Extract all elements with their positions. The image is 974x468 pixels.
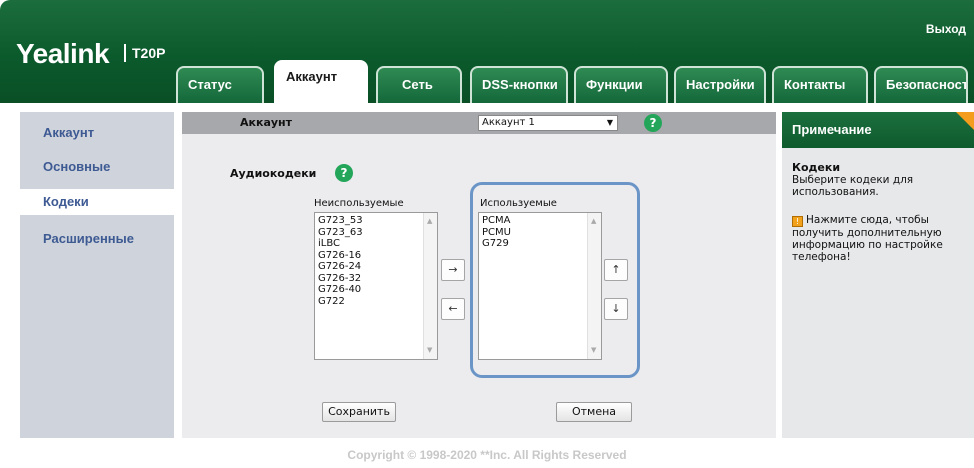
yealink-logo: Yealink: [16, 38, 110, 69]
help-icon[interactable]: ?: [335, 164, 353, 182]
sidebar-item-account[interactable]: Аккаунт: [20, 120, 174, 146]
copyright-footer: Copyright © 1998-2020 **Inc. All Rights …: [347, 448, 627, 462]
tab-account-label: Аккаунт: [286, 69, 338, 84]
note-text: Выберите кодеки для использования.: [792, 174, 914, 198]
tab-network-label: Сеть: [402, 77, 433, 92]
top-header: Yealink T20P Выход Статус Аккаунт Сеть D…: [0, 0, 974, 103]
tab-account[interactable]: Аккаунт: [274, 60, 368, 103]
tab-contacts[interactable]: Контакты: [772, 66, 868, 103]
help-link[interactable]: ! Нажмите сюда, чтобы получить дополнител…: [792, 214, 968, 263]
list-item[interactable]: G722: [318, 296, 434, 308]
list-item[interactable]: G729: [482, 238, 598, 250]
account-select[interactable]: Аккаунт 1 ▼: [478, 115, 618, 131]
scroll-up-icon: ▲: [427, 217, 433, 225]
sidebar-item-advanced[interactable]: Расширенные: [20, 226, 174, 252]
note-header: Примечание: [782, 112, 974, 148]
scroll-down-icon: ▼: [591, 345, 597, 354]
sidebar-item-basic[interactable]: Основные: [20, 154, 174, 180]
tab-dss-keys-label: DSS-кнопки: [482, 77, 558, 92]
tab-settings[interactable]: Настройки: [674, 66, 766, 103]
main-panel: Аккаунт Аккаунт 1 ▼ ? Аудиокодеки ? Неис…: [182, 112, 776, 438]
used-codecs-list[interactable]: PCMA PCMU G729 ▲ ▼: [478, 212, 602, 360]
section-title: Аудиокодеки: [230, 167, 317, 180]
scrollbar[interactable]: ▲ ▼: [423, 213, 437, 359]
scrollbar[interactable]: ▲ ▼: [587, 213, 601, 359]
help-link-text: Нажмите сюда, чтобы получить дополнитель…: [792, 214, 943, 263]
tab-contacts-label: Контакты: [784, 77, 846, 92]
save-button[interactable]: Сохранить: [322, 402, 396, 422]
help-icon[interactable]: ?: [644, 114, 662, 132]
move-down-button[interactable]: ↓: [604, 298, 628, 320]
list-item[interactable]: G723_63: [318, 227, 434, 239]
sidebar-item-codecs[interactable]: Кодеки: [20, 189, 176, 215]
note-title: Кодеки: [792, 161, 841, 174]
move-right-button[interactable]: →: [441, 259, 465, 281]
tab-features[interactable]: Функции: [574, 66, 668, 103]
list-item[interactable]: G726-24: [318, 261, 434, 273]
tab-settings-label: Настройки: [686, 77, 755, 92]
account-select-value: Аккаунт 1: [482, 117, 535, 128]
cancel-button[interactable]: Отмена: [556, 402, 632, 422]
scroll-down-icon: ▼: [427, 345, 433, 354]
note-panel: Примечание Кодеки Выберите кодеки для ис…: [782, 112, 974, 438]
account-label: Аккаунт: [240, 116, 293, 129]
move-up-button[interactable]: ↑: [604, 259, 628, 281]
list-item[interactable]: iLBC: [318, 238, 434, 250]
tab-status[interactable]: Статус: [176, 66, 264, 103]
list-item[interactable]: G726-16: [318, 250, 434, 262]
used-caption: Используемые: [480, 198, 557, 209]
list-item[interactable]: PCMU: [482, 227, 598, 239]
tab-dss-keys[interactable]: DSS-кнопки: [470, 66, 568, 103]
list-item[interactable]: G723_53: [318, 215, 434, 227]
logout-link[interactable]: Выход: [926, 22, 966, 36]
tab-features-label: Функции: [586, 77, 643, 92]
tip-icon: !: [792, 216, 803, 227]
note-body: Кодеки Выберите кодеки для использования…: [792, 162, 968, 263]
model-label: T20P: [124, 44, 165, 62]
tab-security[interactable]: Безопасность: [874, 66, 968, 103]
list-item[interactable]: G726-32: [318, 273, 434, 285]
unused-caption: Неиспользуемые: [314, 198, 404, 209]
list-item[interactable]: PCMA: [482, 215, 598, 227]
tab-status-label: Статус: [188, 77, 232, 92]
account-bar: Аккаунт Аккаунт 1 ▼ ?: [182, 112, 776, 134]
move-left-button[interactable]: ←: [441, 298, 465, 320]
list-item[interactable]: G726-40: [318, 284, 434, 296]
tab-security-label: Безопасность: [886, 77, 968, 92]
unused-codecs-list[interactable]: G723_53 G723_63 iLBC G726-16 G726-24 G72…: [314, 212, 438, 360]
corner-icon: [956, 112, 974, 130]
scroll-up-icon: ▲: [591, 217, 597, 225]
sidebar: Аккаунт Основные Кодеки Расширенные: [20, 112, 176, 438]
tab-network[interactable]: Сеть: [376, 66, 462, 103]
chevron-down-icon: ▼: [606, 118, 613, 127]
